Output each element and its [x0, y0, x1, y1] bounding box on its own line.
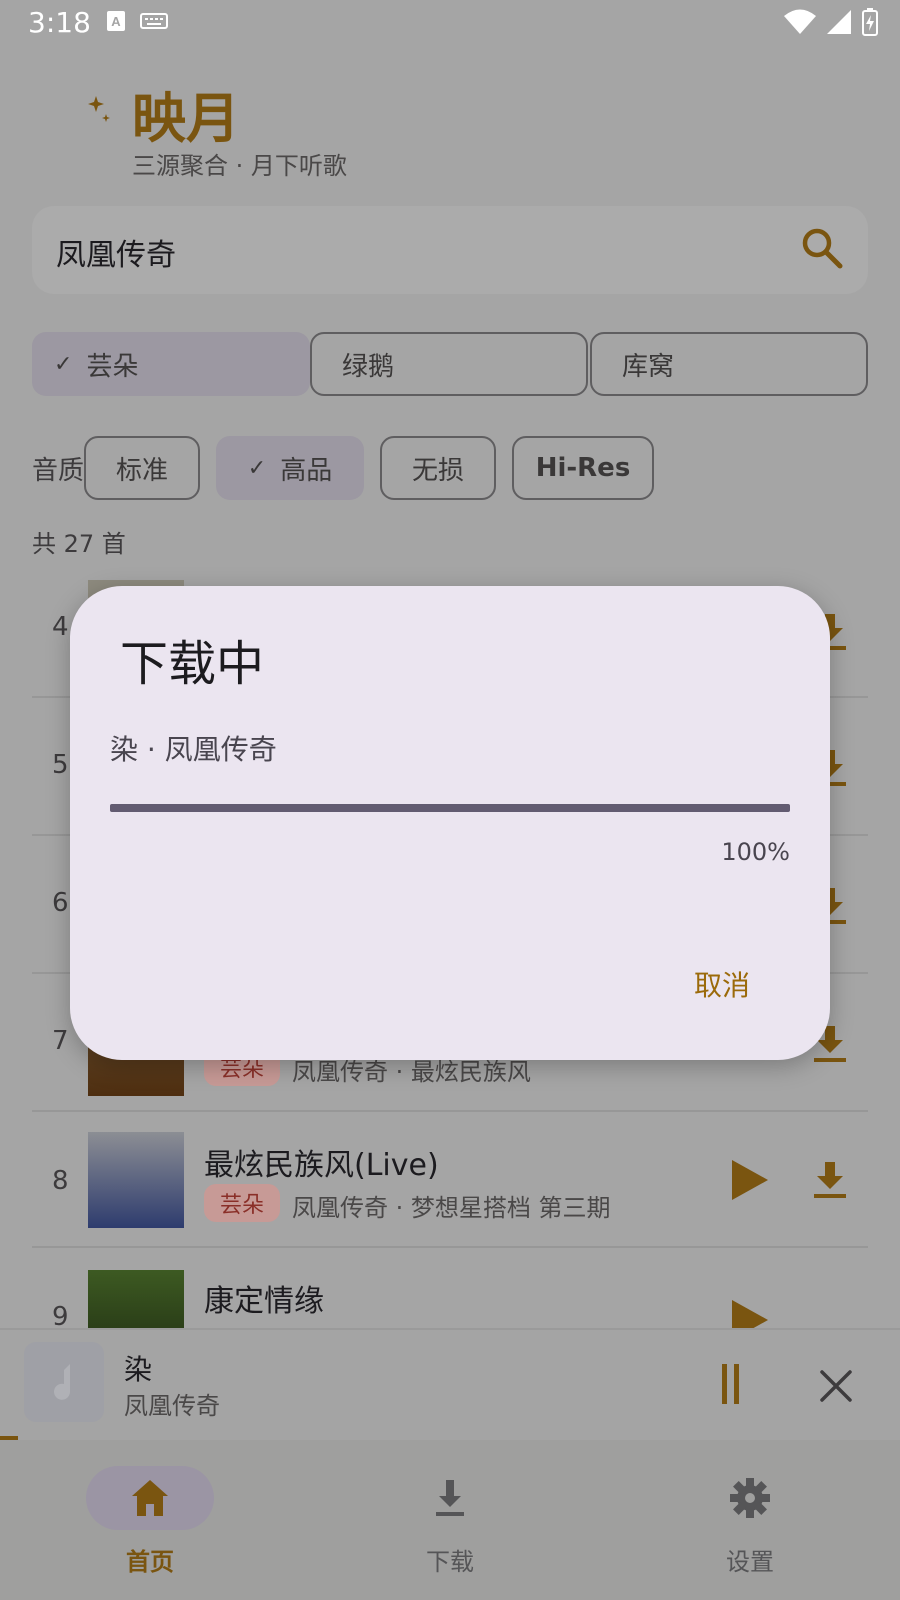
dialog-subtitle: 染 · 凤凰传奇 — [110, 733, 277, 766]
dialog-title: 下载中 — [120, 636, 265, 692]
download-progress-bar — [110, 804, 790, 812]
download-progress-fill — [110, 804, 790, 812]
cancel-button[interactable]: 取消 — [672, 956, 772, 1012]
download-percent: 100% — [721, 838, 790, 866]
